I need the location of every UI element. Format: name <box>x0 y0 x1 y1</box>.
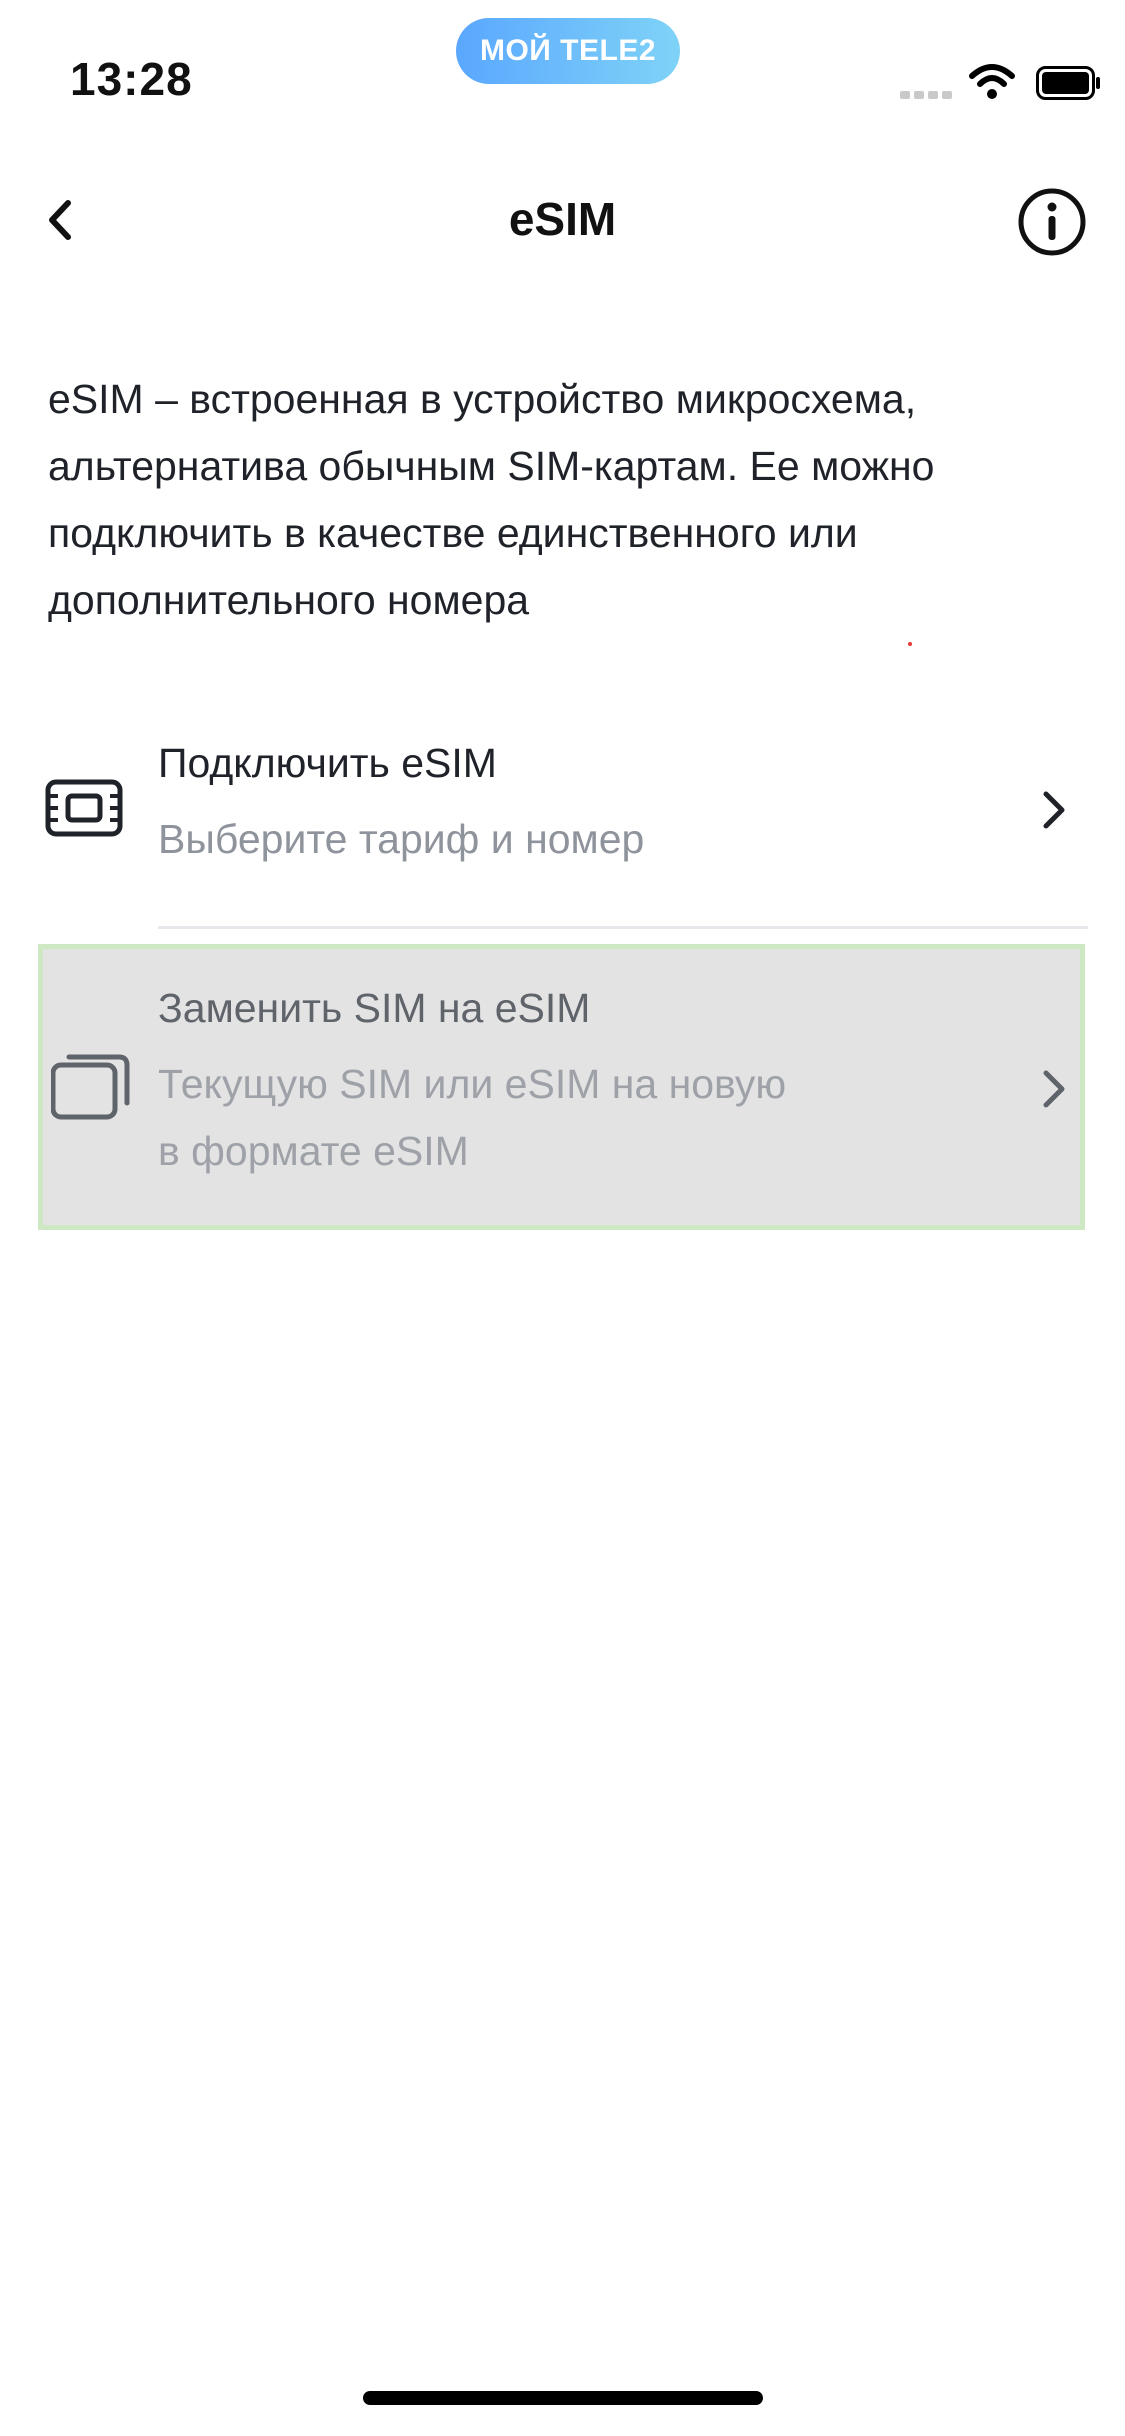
home-indicator[interactable] <box>363 2391 763 2405</box>
sim-card-icon <box>45 779 123 837</box>
chevron-right-icon <box>1043 1070 1065 1108</box>
cellular-signal-icon <box>900 86 956 104</box>
status-bar: 13:28 МОЙ TELE2 <box>0 0 1125 140</box>
option-subtitle-line: в формате eSIM <box>158 1128 469 1174</box>
battery-icon <box>1036 66 1100 100</box>
option-subtitle: Текущую SIM или eSIM на новую в формате … <box>158 1051 786 1185</box>
replace-sim-option[interactable]: Заменить SIM на eSIM Текущую SIM или eSI… <box>38 944 1085 1230</box>
option-title: Заменить SIM на eSIM <box>158 985 591 1031</box>
option-title: Подключить eSIM <box>158 740 497 786</box>
chevron-right-icon <box>1043 791 1065 829</box>
page-title: eSIM <box>508 193 617 245</box>
option-subtitle: Выберите тариф и номер <box>158 816 645 862</box>
navigation-bar: eSIM <box>0 170 1125 270</box>
connect-esim-option[interactable]: Подключить eSIM Выберите тариф и номер <box>0 720 1125 930</box>
intro-description: eSIM – встроенная в устройство микросхем… <box>48 376 935 623</box>
divider <box>158 926 1088 929</box>
option-subtitle-line: Текущую SIM или eSIM на новую <box>158 1061 787 1107</box>
sim-swap-icon <box>51 1054 130 1120</box>
info-icon[interactable] <box>1016 186 1088 258</box>
red-dot-marker <box>908 642 912 646</box>
wifi-icon <box>969 64 1015 99</box>
app-badge[interactable]: МОЙ TELE2 <box>456 18 680 84</box>
status-time: 13:28 <box>70 53 193 105</box>
